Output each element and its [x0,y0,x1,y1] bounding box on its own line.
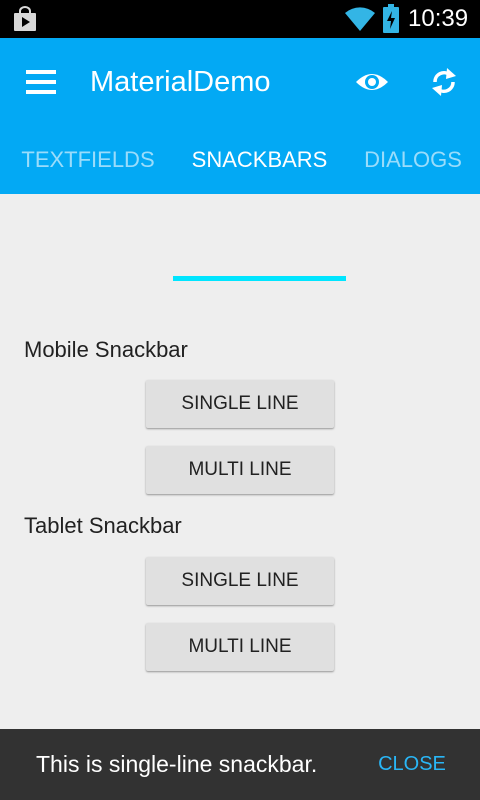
wifi-icon [345,7,375,31]
tab-dialogs[interactable]: DIALOGS [346,126,480,194]
tablet-snackbar-heading: Tablet Snackbar [24,513,182,538]
mobile-single-line-button[interactable]: SINGLE LINE [146,380,334,428]
snackbar-message: This is single-line snackbar. [36,751,318,777]
tablet-single-line-button[interactable]: SINGLE LINE [146,557,334,605]
mobile-multi-line-button[interactable]: MULTI LINE [146,446,334,494]
tab-textfields[interactable]: TEXTFIELDS [0,126,176,194]
tab-bar: TEXTFIELDS SNACKBARS DIALOGS [0,126,480,281]
tablet-multi-line-button[interactable]: MULTI LINE [146,623,334,671]
eye-icon[interactable] [350,62,394,102]
app-bar: MaterialDemo TEXTFIELDS SNACKBARS DIALOG… [0,38,480,281]
app-title: MaterialDemo [90,66,271,98]
snackbar: This is single-line snackbar. CLOSE [0,729,480,800]
status-time: 10:39 [408,5,469,32]
battery-charging-icon [383,4,399,33]
status-bar: 10:39 [0,0,480,38]
mobile-snackbar-heading: Mobile Snackbar [24,337,188,362]
refresh-icon[interactable] [426,62,462,102]
tab-indicator [173,276,346,281]
snackbar-close-button[interactable]: CLOSE [366,729,458,800]
store-icon [14,6,36,31]
menu-icon[interactable] [20,62,60,102]
tab-snackbars[interactable]: SNACKBARS [173,126,346,194]
